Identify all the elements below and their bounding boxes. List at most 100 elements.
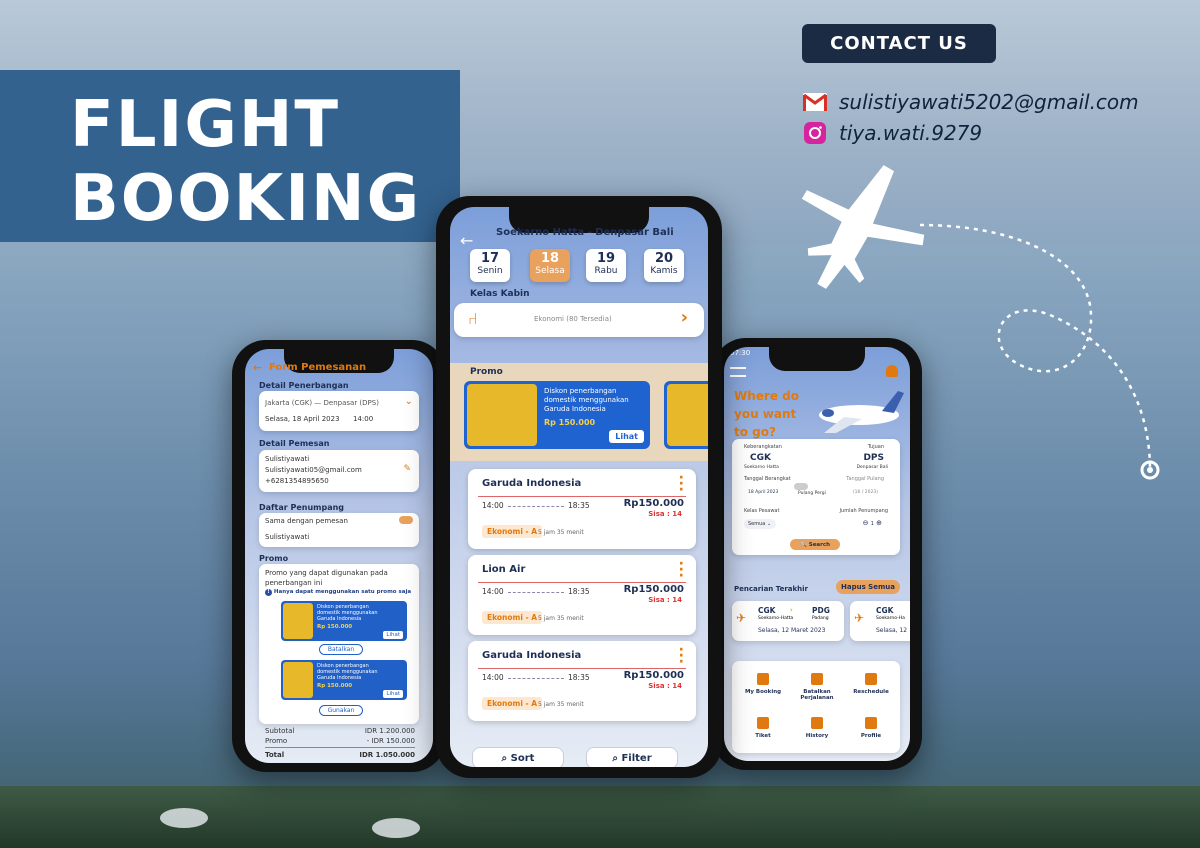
seats-left: Sisa : 14: [648, 596, 682, 604]
reschedule-icon: [865, 673, 877, 685]
recent-card-2[interactable]: ✈ CGK Soekarno-Ha Selasa, 12: [850, 601, 910, 641]
duration: 5 jam 35 menit: [538, 529, 584, 536]
section-promo: Promo: [259, 554, 289, 563]
flight-detail-card[interactable]: Jakarta (CGK) — Denpasar (DPS) ⌄ Selasa,…: [259, 391, 419, 431]
clear-all-button[interactable]: Hapus Semua: [836, 580, 900, 594]
promo-option-1[interactable]: Diskon penerbangan domestik menggunakan …: [281, 601, 407, 641]
section-penumpang: Daftar Penumpang: [259, 503, 345, 512]
arrival-time: 18:35: [568, 501, 590, 510]
gunakan-button[interactable]: Gunakan: [319, 705, 363, 716]
promo-price: Rp 150.000: [317, 624, 353, 630]
flight-date: Selasa, 18 April 2023: [265, 415, 340, 423]
day-chip[interactable]: 20 Kamis: [644, 249, 684, 282]
lihat-button[interactable]: Lihat: [383, 631, 403, 639]
promo-banner-next[interactable]: [664, 381, 708, 449]
count-stepper[interactable]: ⊖ 1 ⊕: [863, 519, 882, 527]
info-icon: !: [265, 589, 272, 596]
promo-text: Diskon penerbangan domestik menggunakan …: [317, 604, 378, 622]
edit-icon[interactable]: ✎: [403, 464, 411, 474]
sort-button[interactable]: ⌕ Sort: [472, 747, 564, 767]
promo-option-2[interactable]: Diskon penerbangan domestik menggunakan …: [281, 660, 407, 700]
menu-my-booking[interactable]: My Booking: [738, 673, 788, 695]
round-trip-toggle[interactable]: [794, 483, 808, 490]
headline: Where do you want to go?: [734, 389, 799, 439]
menu-ticket[interactable]: Tiket: [738, 717, 788, 739]
ret-label: Tanggal Pulang: [846, 476, 884, 482]
seats-left: Sisa : 14: [648, 510, 682, 518]
to-name: Denpasar Bali: [856, 465, 888, 470]
menu-history[interactable]: History: [792, 717, 842, 739]
recent-from-name: Soekarno-Hatta: [758, 616, 794, 621]
promo-text: Diskon penerbangan domestik menggunakan …: [544, 387, 629, 413]
phone-middle: ← Soekarno Hatta - Denpasar Bali 17 Senin…: [436, 196, 722, 778]
flight-list-screen: ← Soekarno Hatta - Denpasar Bali 17 Senin…: [450, 207, 708, 767]
status-time: 07:30: [730, 349, 751, 357]
menu-icon[interactable]: [730, 367, 746, 377]
promo-strip: Promo Diskon penerbangan domestik menggu…: [450, 363, 708, 461]
promo-note: ! Hanya dapat menggunakan satu promo saj…: [265, 589, 411, 596]
orderer-phone: +6281354895650: [265, 477, 329, 485]
class-select[interactable]: Semua ⌄: [744, 519, 776, 529]
menu-reschedule[interactable]: Reschedule: [846, 673, 896, 695]
ret-date[interactable]: (16 / 2023): [853, 490, 878, 495]
promo-photo: [667, 384, 708, 446]
promo-card: Promo yang dapat digunakan pada penerban…: [259, 564, 419, 724]
cabin-class-select[interactable]: ⑁ Ekonomi (80 Tersedia) ›: [454, 303, 704, 337]
bell-icon[interactable]: [886, 365, 898, 377]
ticket-icon: [757, 717, 769, 729]
cancel-icon: [811, 673, 823, 685]
flight-card[interactable]: Lion Air · · · 14:00 18:35 Rp150.000 Sisa …: [468, 555, 696, 635]
same-as-orderer-toggle[interactable]: [399, 516, 413, 524]
more-icon[interactable]: · · ·: [679, 471, 684, 497]
filter-button[interactable]: ⌕ Filter: [586, 747, 678, 767]
date-selector: 17 Senin 18 Selasa 19 Rabu 20 Kamis: [450, 241, 708, 291]
more-icon[interactable]: · · ·: [679, 557, 684, 583]
flight-card[interactable]: Garuda Indonesia · · · 14:00 18:35 Rp150.0…: [468, 641, 696, 721]
orderer-name: Sulistiyawati: [265, 455, 310, 463]
menu-profile[interactable]: Profile: [846, 717, 896, 739]
promo-banner[interactable]: Diskon penerbangan domestik menggunakan …: [464, 381, 650, 449]
dep-date[interactable]: 18 April 2023: [748, 490, 778, 495]
flight-card[interactable]: Garuda Indonesia · · · 14:00 18:35 Rp150.0…: [468, 469, 696, 549]
from-code[interactable]: CGK: [750, 453, 771, 463]
day-chip[interactable]: 19 Rabu: [586, 249, 626, 282]
day-chip[interactable]: 17 Senin: [470, 249, 510, 282]
title-line1: FLIGHT: [70, 88, 341, 162]
batalkan-button[interactable]: Batalkan: [319, 644, 363, 655]
to-code[interactable]: DPS: [863, 453, 884, 463]
recent-date: Selasa, 12: [876, 627, 908, 634]
recent-label: Pencarian Terakhir: [734, 585, 808, 593]
subtotal-label: Subtotal: [265, 727, 295, 735]
day-chip-selected[interactable]: 18 Selasa: [530, 249, 570, 282]
total-label: Total: [265, 751, 285, 759]
duration: 5 jam 35 menit: [538, 701, 584, 708]
more-icon[interactable]: · · ·: [679, 643, 684, 669]
jet-image: [819, 391, 904, 433]
instagram-icon: [803, 122, 827, 144]
class-badge: Ekonomi - A: [482, 697, 543, 710]
email-row: sulistiyawati5202@gmail.com: [803, 90, 1139, 114]
orderer-card[interactable]: Sulistiyawati Sulistiyawati05@gmail.com …: [259, 450, 419, 492]
class-badge: Ekonomi - A: [482, 611, 543, 624]
promo-label: Promo: [470, 367, 503, 377]
recent-card-1[interactable]: ✈ CGK Soekarno-Hatta › PDG Padang Selasa…: [732, 601, 844, 641]
to-label: Tujuan: [867, 444, 884, 450]
total-value: IDR 1.050.000: [359, 751, 415, 759]
lihat-button[interactable]: Lihat: [609, 430, 644, 443]
search-button[interactable]: 🔍 Search: [790, 539, 840, 550]
back-icon[interactable]: ←: [253, 361, 262, 374]
menu-cancel-trip[interactable]: Batalkan Perjalanan: [792, 673, 842, 701]
promo-text: Diskon penerbangan domestik menggunakan …: [317, 663, 378, 681]
booking-icon: [757, 673, 769, 685]
subtotal-value: IDR 1.200.000: [364, 727, 415, 735]
arrow-icon: ›: [790, 606, 793, 614]
gmail-icon: [803, 91, 827, 113]
promo-price: Rp 150.000: [544, 418, 596, 427]
chevron-right-icon: ›: [680, 307, 688, 328]
promo-photo: [467, 384, 537, 446]
from-name: Soekarno Hatta: [744, 465, 779, 470]
instagram-row: tiya.wati.9279: [803, 121, 982, 145]
recent-from: CGK: [876, 606, 894, 615]
route-header: Soekarno Hatta - Denpasar Bali: [496, 227, 674, 238]
lihat-button[interactable]: Lihat: [383, 690, 403, 698]
